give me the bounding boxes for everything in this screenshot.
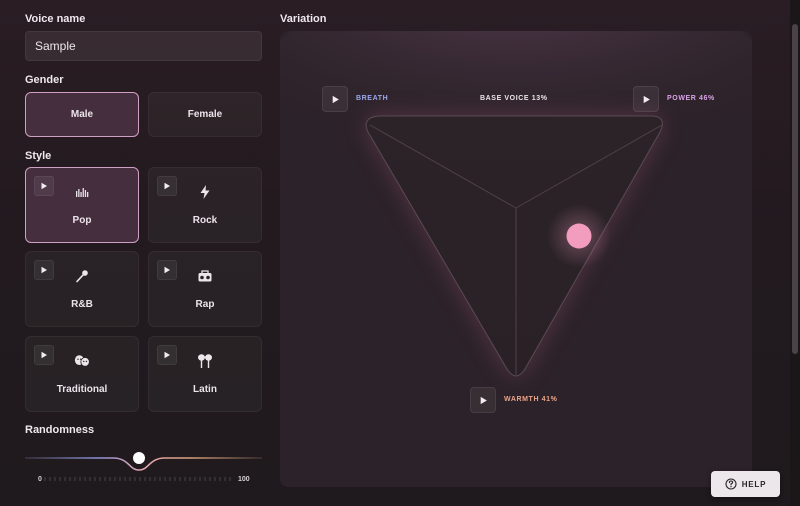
- theater-masks-icon: [74, 353, 90, 369]
- lightning-icon: [197, 184, 213, 200]
- slider-max-label: 100: [238, 476, 250, 483]
- style-card-latin[interactable]: Latin: [148, 336, 262, 412]
- power-label: POWER 46%: [667, 95, 715, 102]
- style-card-label: R&B: [71, 299, 93, 310]
- microphone-icon: [74, 268, 90, 284]
- voice-name-label: Voice name: [25, 13, 86, 25]
- equalizer-icon: [74, 184, 90, 200]
- style-card-label: Rock: [192, 215, 218, 226]
- style-card-label: Rap: [195, 299, 215, 310]
- style-card-traditional[interactable]: Traditional: [25, 336, 139, 412]
- style-card-pop[interactable]: Pop: [25, 167, 139, 243]
- play-icon: [164, 182, 170, 190]
- play-icon: [643, 95, 650, 103]
- help-label: HELP: [741, 479, 767, 489]
- play-icon: [41, 182, 47, 190]
- gender-male-button[interactable]: Male: [25, 92, 139, 137]
- play-traditional-button[interactable]: [34, 345, 54, 365]
- breath-label: BREATH: [356, 95, 389, 102]
- play-icon: [41, 351, 47, 359]
- help-button[interactable]: HELP: [711, 471, 780, 497]
- play-icon: [41, 266, 47, 274]
- style-card-label: Traditional: [56, 384, 108, 395]
- play-rap-button[interactable]: [157, 260, 177, 280]
- style-card-rap[interactable]: Rap: [148, 251, 262, 327]
- randomness-slider[interactable]: [25, 445, 262, 487]
- boombox-icon: [197, 268, 213, 284]
- gender-label: Gender: [25, 74, 64, 86]
- style-label: Style: [25, 150, 52, 162]
- play-power-button[interactable]: [633, 86, 659, 112]
- help-circle-icon: [725, 478, 737, 490]
- base-voice-label: BASE VOICE 13%: [480, 95, 548, 102]
- play-rock-button[interactable]: [157, 176, 177, 196]
- play-latin-button[interactable]: [157, 345, 177, 365]
- slider-min-label: 0: [38, 476, 42, 483]
- play-pop-button[interactable]: [34, 176, 54, 196]
- variation-handle[interactable]: [566, 223, 592, 249]
- variation-panel: BREATH BASE VOICE 13% POWER 46% WARMTH 4…: [280, 31, 752, 487]
- voice-name-input[interactable]: [25, 31, 262, 61]
- style-card-label: Pop: [72, 215, 92, 226]
- maracas-icon: [197, 353, 213, 369]
- style-card-rock[interactable]: Rock: [148, 167, 262, 243]
- play-warmth-button[interactable]: [470, 387, 496, 413]
- slider-ticks: [44, 477, 231, 481]
- play-icon: [480, 396, 487, 404]
- style-card-label: Latin: [193, 384, 217, 395]
- play-rnb-button[interactable]: [34, 260, 54, 280]
- play-icon: [164, 351, 170, 359]
- play-icon: [332, 95, 339, 103]
- slider-handle[interactable]: [133, 452, 145, 464]
- variation-label: Variation: [280, 13, 327, 25]
- play-breath-button[interactable]: [322, 86, 348, 112]
- play-icon: [164, 266, 170, 274]
- warmth-label: WARMTH 41%: [504, 396, 558, 403]
- scrollbar-thumb[interactable]: [792, 24, 798, 354]
- gender-female-button[interactable]: Female: [148, 92, 262, 137]
- style-card-rnb[interactable]: R&B: [25, 251, 139, 327]
- randomness-label: Randomness: [25, 424, 95, 436]
